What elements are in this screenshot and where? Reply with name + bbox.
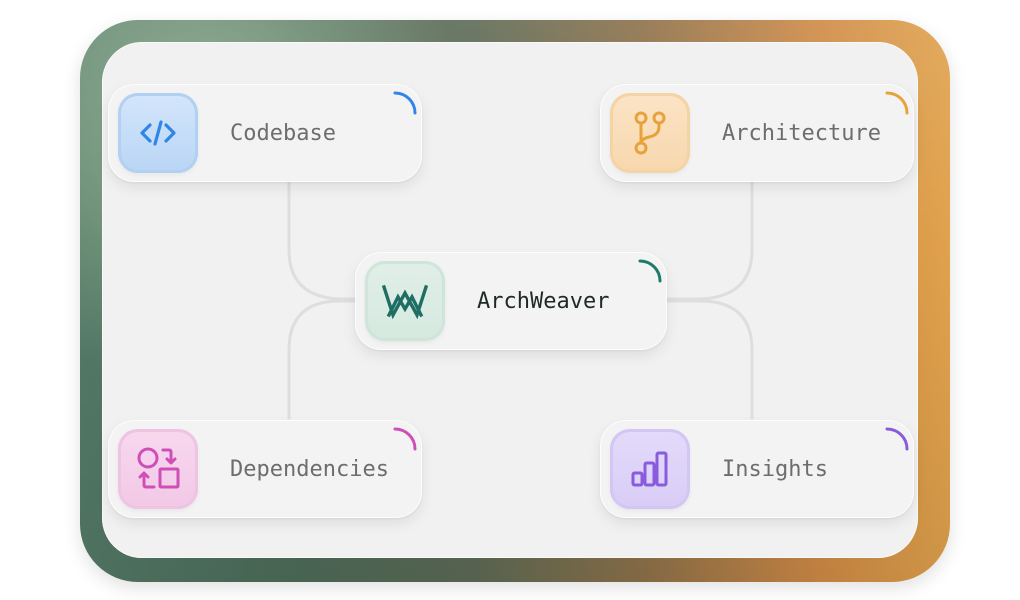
node-insights[interactable]: Insights — [600, 420, 914, 518]
archweaver-logo-icon — [365, 261, 445, 341]
corner-arc-icon — [885, 91, 909, 115]
node-architecture[interactable]: Architecture — [600, 84, 914, 182]
node-dependencies[interactable]: Dependencies — [108, 420, 422, 518]
code-icon — [118, 93, 198, 173]
corner-arc-icon — [393, 91, 417, 115]
node-label: Insights — [722, 456, 828, 482]
git-branch-icon — [610, 93, 690, 173]
diagram-stage: Codebase Architecture ArchWeaver Depende… — [0, 0, 1020, 600]
center-label: ArchWeaver — [477, 288, 610, 314]
node-label: Codebase — [230, 120, 336, 146]
corner-arc-icon — [393, 427, 417, 451]
corner-arc-icon — [638, 259, 662, 283]
node-archweaver-center[interactable]: ArchWeaver — [355, 252, 667, 350]
corner-arc-icon — [885, 427, 909, 451]
node-codebase[interactable]: Codebase — [108, 84, 422, 182]
bar-chart-icon — [610, 429, 690, 509]
dependencies-icon — [118, 429, 198, 509]
node-label: Dependencies — [230, 456, 389, 482]
node-label: Architecture — [722, 120, 881, 146]
